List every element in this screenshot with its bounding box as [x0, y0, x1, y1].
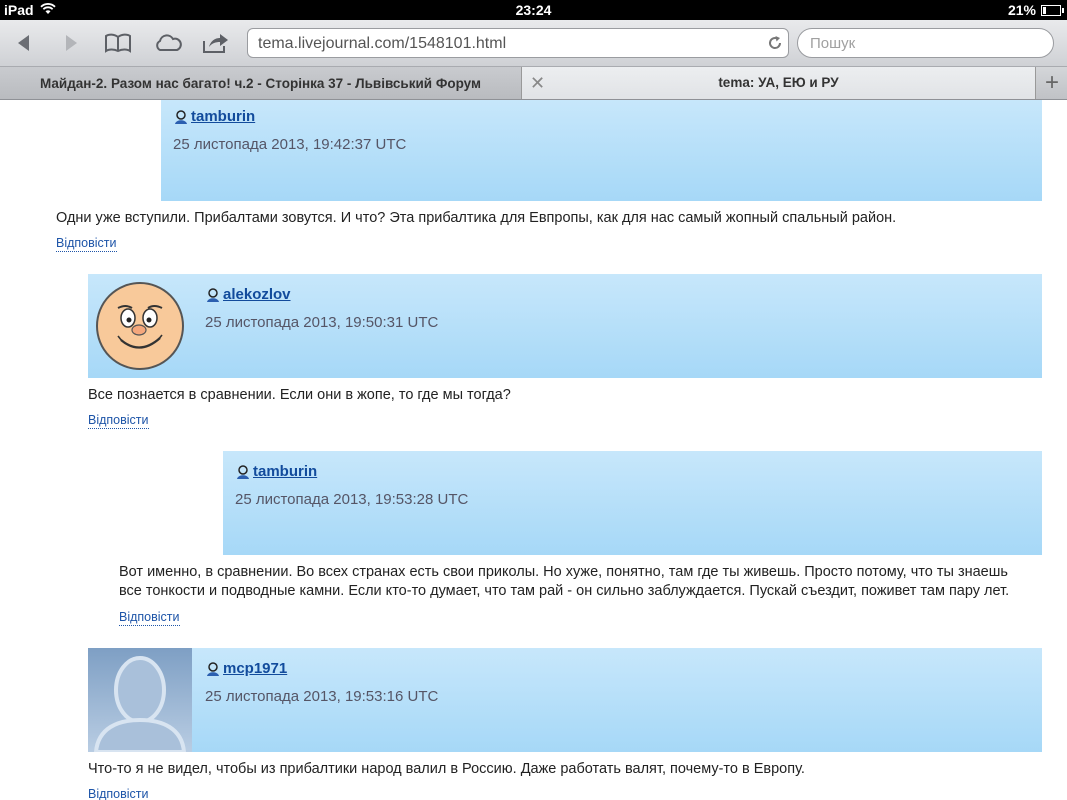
- search-field[interactable]: [797, 28, 1054, 58]
- comment-date: 25 листопада 2013, 19:42:37 UTC: [173, 136, 407, 153]
- forward-button[interactable]: [53, 28, 89, 58]
- back-arrow-icon: [18, 35, 29, 51]
- avatar: [88, 274, 192, 378]
- plus-icon: +: [1044, 69, 1059, 96]
- username-link[interactable]: tamburin: [173, 108, 255, 125]
- comment-text-line-2: все тонкости и подводные камни. Если кто…: [119, 583, 1010, 599]
- new-tab-button[interactable]: +: [1035, 67, 1067, 99]
- username: mcp1971: [223, 660, 288, 677]
- user-icon: [207, 661, 219, 676]
- username-link[interactable]: alekozlov: [205, 286, 291, 303]
- battery-percent: 21%: [1007, 2, 1036, 18]
- icloud-tabs-button[interactable]: [150, 28, 186, 58]
- address-bar[interactable]: [247, 28, 789, 58]
- comment-header: tamburin 25 листопада 2013, 19:53:28 UTC: [223, 451, 1042, 555]
- tab-maidan-forum[interactable]: Майдан-2. Разом нас багато! ч.2 - Сторін…: [0, 67, 522, 99]
- cloud-icon: [156, 34, 182, 51]
- book-icon: [105, 33, 131, 53]
- user-icon: [207, 287, 219, 302]
- user-icon: [175, 109, 187, 124]
- tab-tema-livejournal[interactable]: ✕ tema: УА, ЕЮ и РУ: [522, 67, 1035, 99]
- reload-icon[interactable]: [766, 34, 784, 57]
- bookmarks-button[interactable]: [100, 28, 136, 58]
- back-button[interactable]: [6, 28, 42, 58]
- share-button[interactable]: [198, 28, 234, 58]
- status-right: 21%: [1007, 2, 1064, 18]
- reply-link[interactable]: Відповісти: [88, 413, 149, 429]
- status-bar: iPad 23:24 21%: [0, 0, 1067, 20]
- reply-link[interactable]: Відповісти: [119, 610, 180, 626]
- comment-header: mcp1971 25 листопада 2013, 19:53:16 UTC: [88, 648, 1042, 754]
- comment-text: Все познается в сравнении. Если они в жо…: [88, 387, 511, 403]
- username-link[interactable]: tamburin: [235, 463, 317, 480]
- comment-date: 25 листопада 2013, 19:50:31 UTC: [205, 314, 439, 331]
- comment-text: Одни уже вступили. Прибалтами зовутся. И…: [56, 210, 897, 226]
- browser-toolbar: [0, 20, 1067, 67]
- username-link[interactable]: mcp1971: [205, 660, 287, 677]
- avatar: [88, 648, 192, 754]
- comment-date: 25 листопада 2013, 19:53:28 UTC: [235, 491, 469, 508]
- comment-header: alekozlov 25 листопада 2013, 19:50:31 UT…: [88, 274, 1042, 378]
- comment-text-line-1: Вот именно, в сравнении. Во всех странах…: [119, 564, 1008, 580]
- share-icon: [203, 34, 228, 53]
- status-clock: 23:24: [515, 2, 552, 18]
- username: alekozlov: [223, 286, 291, 303]
- forward-arrow-icon: [66, 35, 77, 51]
- user-icon: [237, 464, 249, 479]
- tab-bar: Майдан-2. Разом нас багато! ч.2 - Сторін…: [0, 67, 1067, 100]
- reply-link[interactable]: Відповісти: [88, 787, 149, 800]
- search-input[interactable]: [808, 34, 1047, 53]
- comment-date: 25 листопада 2013, 19:53:16 UTC: [205, 688, 439, 705]
- comment-text: Что-то я не видел, чтобы из прибалтики н…: [88, 761, 805, 777]
- username: tamburin: [253, 463, 318, 480]
- tab-title: tema: УА, ЕЮ и РУ: [718, 75, 839, 90]
- page-content: tamburin 25 листопада 2013, 19:42:37 UTC…: [0, 100, 1067, 800]
- comment-header: tamburin 25 листопада 2013, 19:42:37 UTC: [161, 100, 1042, 201]
- username: tamburin: [191, 108, 256, 125]
- url-input[interactable]: [256, 34, 760, 54]
- cartoon-face-avatar: [96, 282, 184, 370]
- default-silhouette-avatar: [88, 648, 192, 754]
- battery-icon: [1041, 4, 1064, 16]
- reply-link[interactable]: Відповісти: [56, 236, 117, 252]
- tab-title: Майдан-2. Разом нас багато! ч.2 - Сторін…: [39, 75, 481, 91]
